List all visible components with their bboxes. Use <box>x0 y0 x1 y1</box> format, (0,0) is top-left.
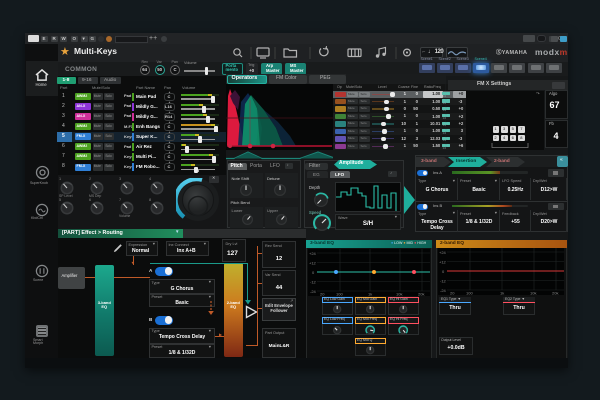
svg-text:20k: 20k <box>552 290 558 295</box>
svg-text:100: 100 <box>336 292 343 297</box>
svg-text:+12: +12 <box>439 259 447 264</box>
svg-text:-12: -12 <box>310 280 317 285</box>
svg-text:20k: 20k <box>418 292 424 297</box>
svg-text:20: 20 <box>450 290 455 295</box>
svg-text:10k: 10k <box>396 292 402 297</box>
svg-text:-24: -24 <box>440 288 447 293</box>
svg-text:20: 20 <box>320 292 325 297</box>
svg-text:+24: +24 <box>309 251 317 256</box>
svg-text:+12: +12 <box>309 261 317 266</box>
svg-text:100: 100 <box>466 290 473 295</box>
svg-text:+24: +24 <box>439 250 447 255</box>
svg-text:1k: 1k <box>500 290 504 295</box>
svg-text:-12: -12 <box>440 278 447 283</box>
svg-text:10k: 10k <box>530 290 536 295</box>
svg-text:1k: 1k <box>368 292 372 297</box>
svg-text:-24: -24 <box>310 289 317 294</box>
